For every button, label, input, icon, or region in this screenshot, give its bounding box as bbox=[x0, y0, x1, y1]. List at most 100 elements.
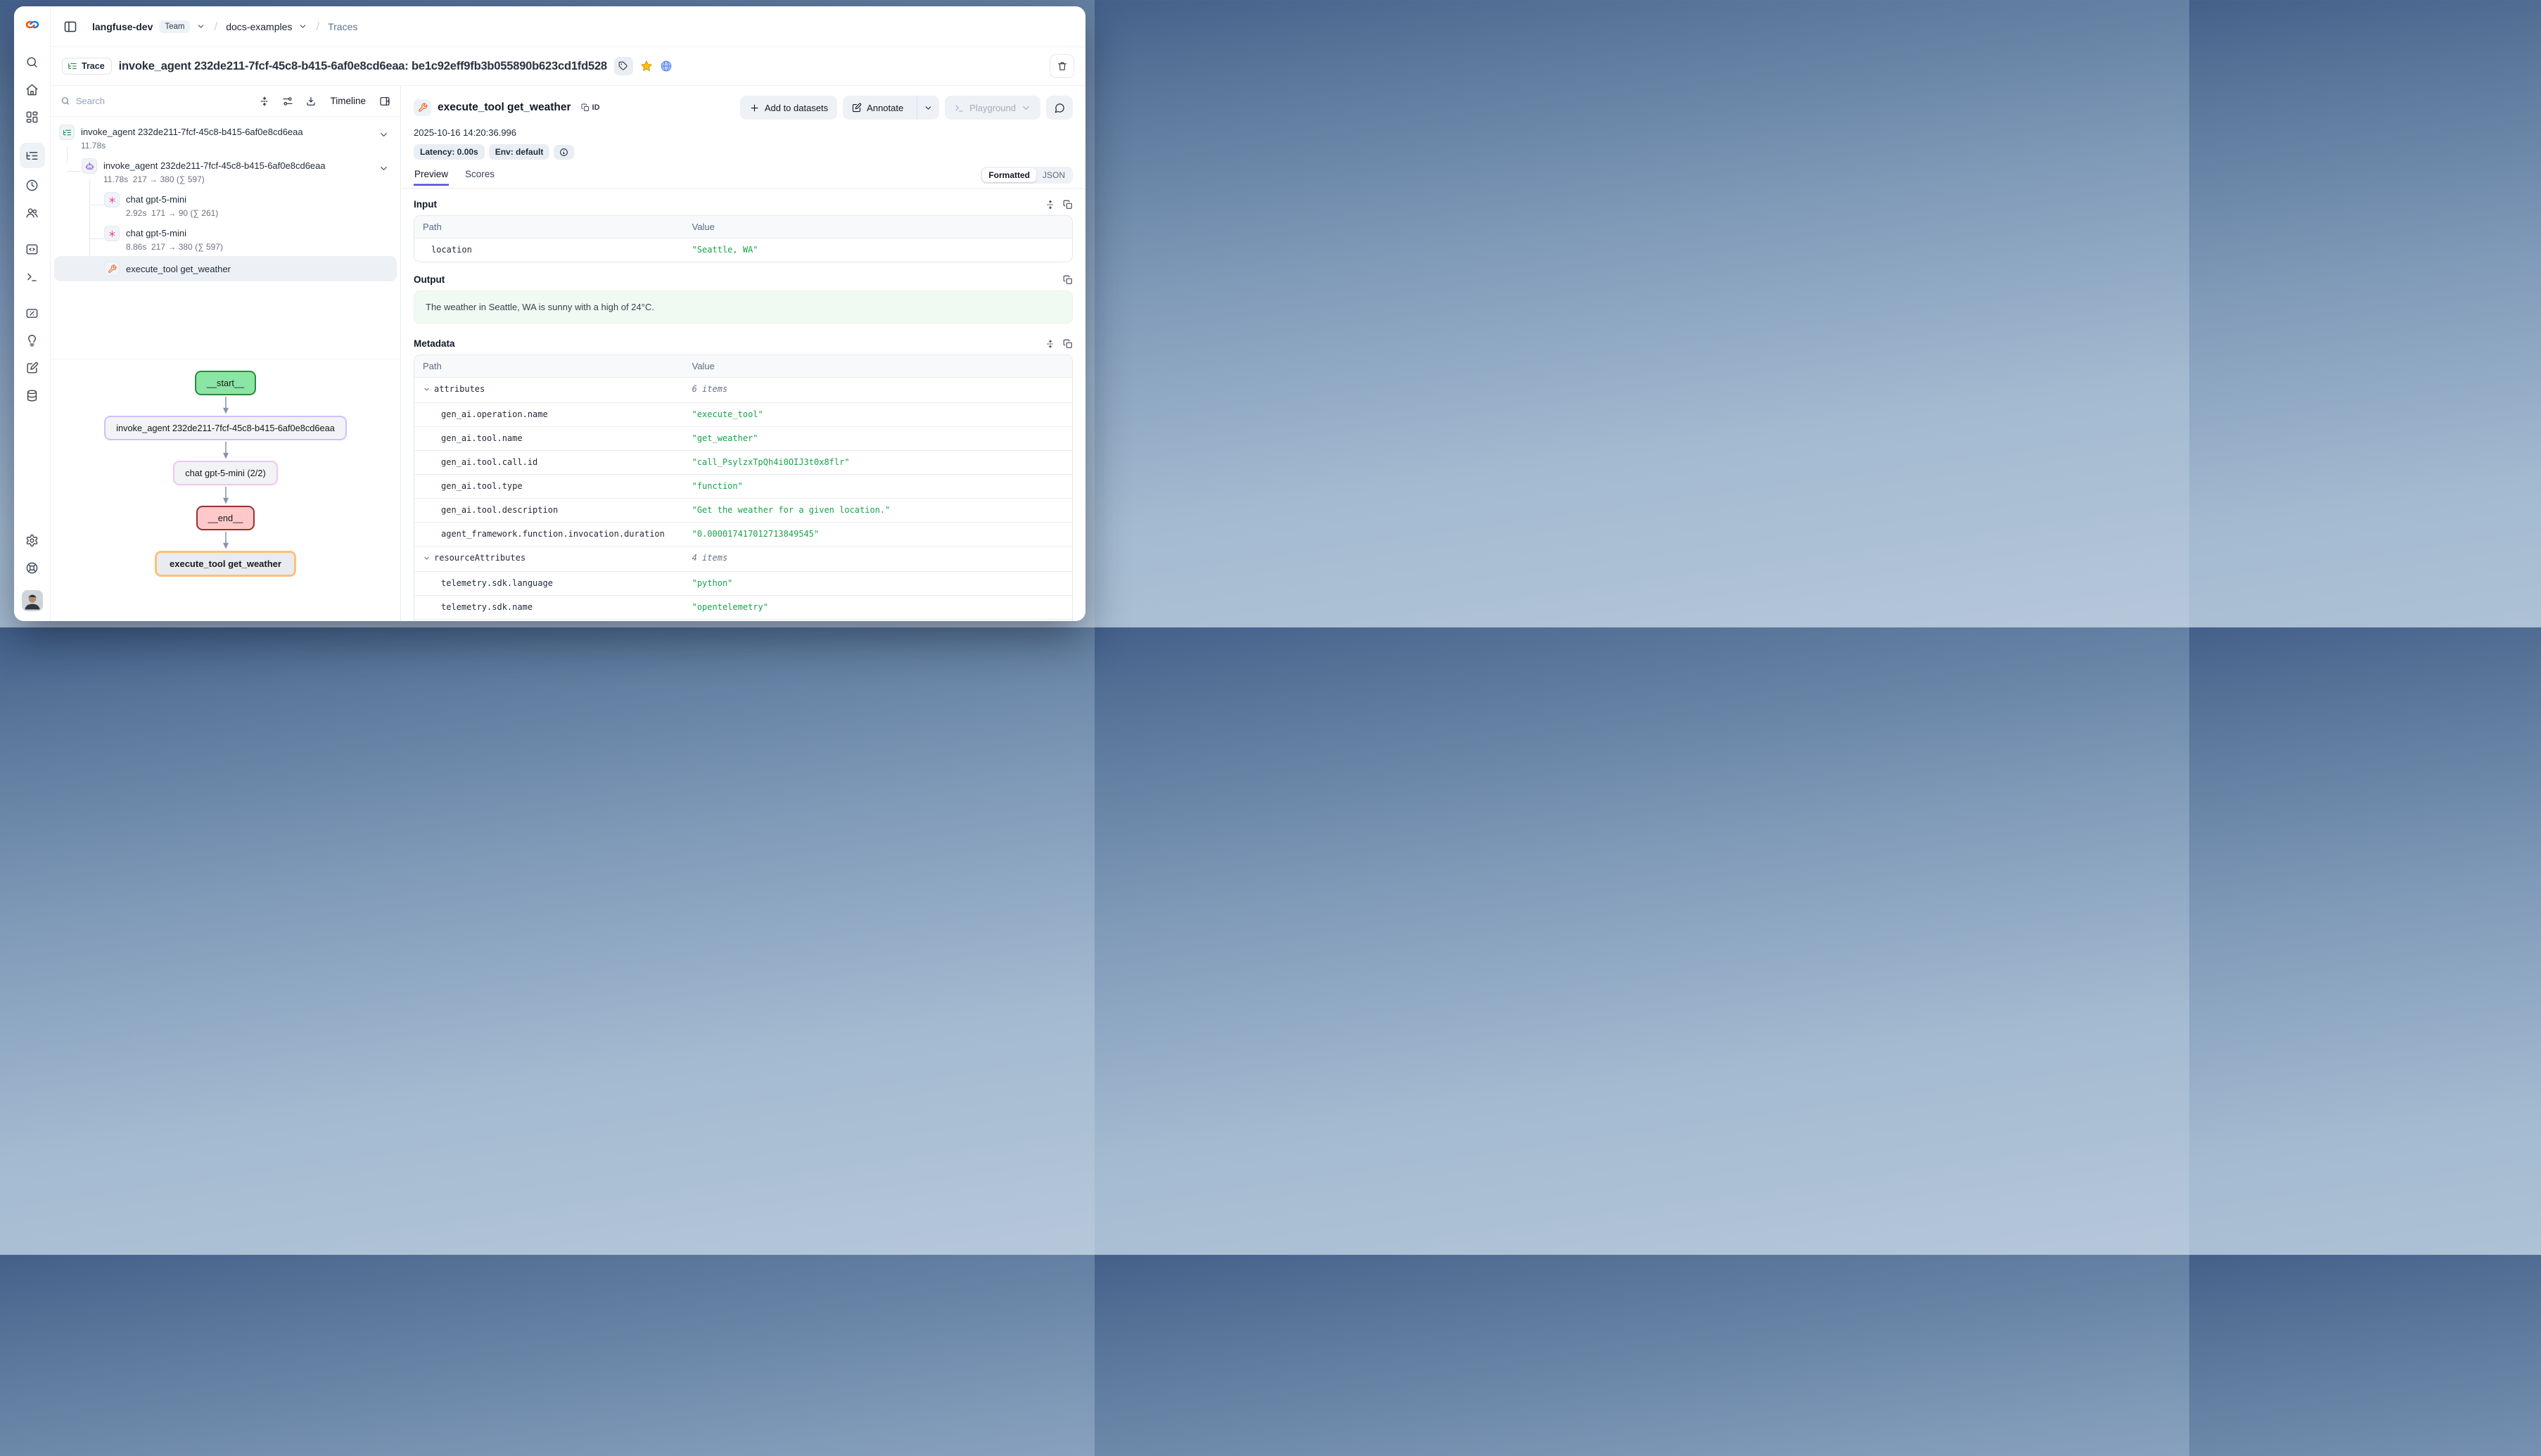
sidebar-toggle-icon[interactable] bbox=[63, 20, 77, 34]
tree-item[interactable]: execute_tool get_weather bbox=[54, 256, 397, 281]
sidebar-item-insights[interactable] bbox=[20, 330, 44, 351]
sidebar-item-evaluations[interactable] bbox=[20, 302, 44, 324]
span-timestamp: 2025-10-16 14:20:36.996 bbox=[414, 127, 1073, 138]
format-toggle: Formatted JSON bbox=[981, 167, 1073, 184]
chevron-down-icon[interactable] bbox=[378, 129, 389, 143]
public-globe-icon[interactable] bbox=[660, 60, 673, 72]
download-icon[interactable] bbox=[305, 96, 317, 107]
chat-bubble-icon bbox=[1055, 103, 1065, 113]
copy-icon[interactable] bbox=[1063, 200, 1073, 210]
sidebar-item-datasets[interactable] bbox=[20, 385, 44, 406]
view-settings-icon[interactable] bbox=[282, 96, 293, 107]
sidebar-item-settings[interactable] bbox=[20, 530, 44, 551]
detail-body: Input Path Value location"Seattle, WA" bbox=[401, 189, 1085, 621]
trace-span-icon bbox=[59, 124, 75, 140]
tree-item[interactable]: chat gpt-5-mini2.92s 171 → 90 (∑ 261) bbox=[51, 189, 400, 222]
search-icon bbox=[60, 96, 70, 106]
detail-tabs: Preview Scores Formatted JSON bbox=[401, 167, 1085, 189]
user-avatar[interactable] bbox=[22, 590, 43, 611]
metadata-table: Path Value attributes6 itemsgen_ai.opera… bbox=[414, 355, 1073, 621]
format-json[interactable]: JSON bbox=[1036, 168, 1071, 182]
sidebar-item-prompts[interactable] bbox=[20, 238, 44, 260]
info-icon bbox=[559, 148, 568, 157]
annotate-button[interactable]: Annotate bbox=[843, 96, 912, 120]
path-cell: gen_ai.tool.type bbox=[423, 480, 692, 492]
value-cell: "Get the weather for a given location." bbox=[692, 504, 1064, 516]
value-cell: "execute_tool" bbox=[692, 409, 1064, 421]
comments-button[interactable] bbox=[1046, 96, 1073, 120]
delete-trace-button[interactable] bbox=[1050, 54, 1074, 78]
chevron-down-icon[interactable] bbox=[423, 385, 431, 397]
collapse-section-icon[interactable] bbox=[1045, 339, 1055, 349]
breadcrumb-separator: / bbox=[316, 20, 319, 34]
metadata-row: gen_ai.tool.call.id"call_PsylzxTpQh4i0OI… bbox=[414, 450, 1072, 474]
format-formatted[interactable]: Formatted bbox=[982, 168, 1036, 182]
metadata-row: gen_ai.tool.type"function" bbox=[414, 474, 1072, 498]
graph-node[interactable]: __end__ bbox=[196, 506, 255, 530]
annotate-dropdown-chevron[interactable] bbox=[917, 96, 939, 120]
chevron-down-icon[interactable] bbox=[378, 163, 389, 177]
terminal-icon bbox=[954, 103, 964, 113]
input-row: location"Seattle, WA" bbox=[414, 238, 1072, 262]
tree-item[interactable]: invoke_agent 232de211-7fcf-45c8-b415-6af… bbox=[51, 155, 400, 189]
prompts-icon bbox=[25, 243, 39, 256]
tree-item-metrics: 11.78s bbox=[81, 141, 303, 151]
sidebar-item-dashboards[interactable] bbox=[20, 106, 44, 127]
tab-scores[interactable]: Scores bbox=[464, 169, 495, 186]
path-cell: attributes bbox=[423, 383, 692, 397]
section-link-traces[interactable]: Traces bbox=[328, 21, 357, 32]
project-switcher-chevron-icon[interactable] bbox=[298, 22, 307, 31]
tree-item[interactable]: chat gpt-5-mini8.86s 217 → 380 (∑ 597) bbox=[51, 222, 400, 256]
playground-button[interactable]: Playground bbox=[945, 96, 1040, 120]
add-to-datasets-button[interactable]: Add to datasets bbox=[740, 96, 837, 120]
collapse-panel-icon[interactable] bbox=[379, 96, 390, 107]
chevron-down-icon[interactable] bbox=[423, 554, 431, 566]
tag-button[interactable] bbox=[614, 57, 633, 75]
sidebar-item-search[interactable] bbox=[20, 51, 44, 72]
langfuse-logo-icon[interactable] bbox=[24, 16, 41, 33]
path-cell: agent_framework.function.invocation.dura… bbox=[423, 528, 692, 540]
input-col-path: Path bbox=[423, 222, 692, 232]
agent-span-icon bbox=[82, 158, 97, 174]
copy-icon[interactable] bbox=[1063, 275, 1073, 285]
project-name[interactable]: docs-examples bbox=[226, 21, 292, 32]
graph-node[interactable]: chat gpt-5-mini (2/2) bbox=[173, 461, 278, 485]
info-badge[interactable] bbox=[554, 145, 574, 160]
tab-preview[interactable]: Preview bbox=[414, 169, 449, 186]
value-cell: "opentelemetry" bbox=[692, 601, 1064, 613]
copy-icon[interactable] bbox=[1063, 339, 1073, 349]
tree-item-metrics: 8.86s 217 → 380 (∑ 597) bbox=[126, 242, 223, 252]
copy-id-button[interactable]: ID bbox=[581, 103, 600, 112]
sidebar-item-playground[interactable] bbox=[20, 266, 44, 287]
path-cell: gen_ai.operation.name bbox=[423, 409, 692, 421]
support-icon bbox=[25, 561, 39, 575]
graph-node[interactable]: execute_tool get_weather bbox=[155, 551, 296, 577]
bookmark-star-icon[interactable] bbox=[640, 60, 653, 72]
expand-section-icon[interactable] bbox=[1045, 200, 1055, 210]
detail-header: execute_tool get_weather ID Add to datas… bbox=[401, 86, 1085, 160]
datasets-icon bbox=[25, 389, 39, 402]
org-switcher-chevron-icon[interactable] bbox=[196, 22, 205, 31]
sidebar-item-tracing[interactable] bbox=[20, 143, 45, 168]
annotate-split-button: Annotate bbox=[843, 96, 939, 120]
sidebar-item-annotations[interactable] bbox=[20, 357, 44, 378]
sidebar-item-support[interactable] bbox=[20, 557, 44, 578]
value-cell: "function" bbox=[692, 480, 1064, 492]
org-name[interactable]: langfuse-dev bbox=[92, 21, 153, 32]
path-cell: telemetry.sdk.name bbox=[423, 601, 692, 613]
sidebar-item-home[interactable] bbox=[20, 79, 44, 100]
tree-item-title: chat gpt-5-mini bbox=[126, 226, 223, 241]
collapse-all-icon[interactable] bbox=[259, 96, 270, 107]
timeline-toggle[interactable]: Timeline bbox=[330, 96, 366, 106]
metadata-row: telemetry.sdk.name"opentelemetry" bbox=[414, 595, 1072, 619]
metadata-row: agent_framework.function.invocation.dura… bbox=[414, 522, 1072, 546]
sidebar-item-sessions[interactable] bbox=[20, 174, 44, 196]
tree-search-input[interactable] bbox=[76, 96, 248, 106]
metadata-row: telemetry.sdk.language"python" bbox=[414, 571, 1072, 595]
trace-tree-panel: Timeline invoke_agent 232de211-7fcf-45c8… bbox=[51, 86, 401, 621]
graph-node[interactable]: __start__ bbox=[195, 371, 256, 395]
graph-node[interactable]: invoke_agent 232de211-7fcf-45c8-b415-6af… bbox=[104, 416, 347, 440]
span-tree: invoke_agent 232de211-7fcf-45c8-b415-6af… bbox=[51, 117, 400, 359]
sidebar-item-users[interactable] bbox=[20, 202, 44, 223]
tree-item[interactable]: invoke_agent 232de211-7fcf-45c8-b415-6af… bbox=[51, 121, 400, 155]
